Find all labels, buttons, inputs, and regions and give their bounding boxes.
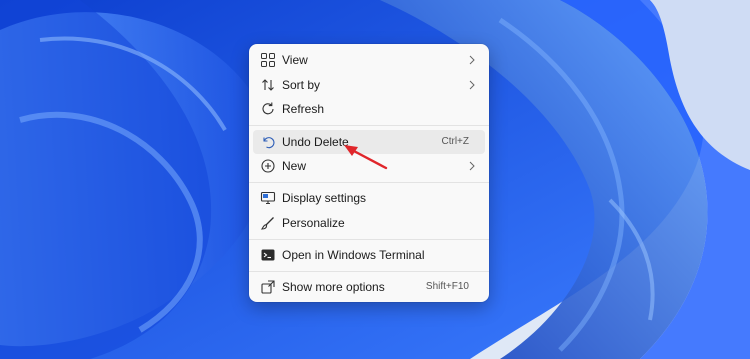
- menu-item-personalize[interactable]: Personalize: [253, 211, 485, 235]
- menu-item-label: Undo Delete: [282, 135, 349, 149]
- menu-item-label: Show more options: [282, 280, 385, 294]
- menu-item-label: View: [282, 53, 308, 67]
- display-icon: [260, 191, 276, 205]
- menu-item-show-more-options[interactable]: Show more options Shift+F10: [253, 275, 485, 299]
- desktop[interactable]: View Sort by Refresh Undo Delete Ctrl+Z …: [0, 0, 750, 359]
- add-icon: [261, 159, 275, 173]
- menu-item-label: Refresh: [282, 102, 325, 116]
- undo-icon: [263, 137, 275, 149]
- refresh-icon: [262, 102, 274, 115]
- menu-item-label: Sort by: [282, 78, 321, 92]
- menu-item-new[interactable]: New: [253, 154, 485, 178]
- menu-item-refresh[interactable]: Refresh: [253, 97, 485, 121]
- menu-item-undo-delete[interactable]: Undo Delete Ctrl+Z: [253, 130, 485, 154]
- brush-icon: [260, 217, 274, 230]
- menu-separator: [249, 271, 489, 272]
- menu-separator: [249, 182, 489, 183]
- menu-item-label: Display settings: [282, 191, 367, 205]
- menu-item-sort-by[interactable]: Sort by: [253, 73, 485, 97]
- menu-item-label: Open in Windows Terminal: [282, 248, 425, 262]
- sort-icon: [262, 79, 274, 91]
- menu-item-label: Personalize: [282, 216, 345, 230]
- view-grid-icon: [261, 53, 275, 67]
- chevron-right-icon: [469, 161, 475, 171]
- desktop-context-menu: View Sort by Refresh Undo Delete Ctrl+Z …: [249, 44, 489, 302]
- menu-separator: [249, 239, 489, 240]
- chevron-right-icon: [469, 80, 475, 90]
- chevron-right-icon: [469, 55, 475, 65]
- menu-item-label: New: [282, 159, 307, 173]
- terminal-icon: [261, 249, 275, 261]
- shortcut-hint: Ctrl+Z: [441, 136, 470, 147]
- more-options-icon: [261, 280, 275, 294]
- menu-separator: [249, 125, 489, 126]
- menu-item-display-settings[interactable]: Display settings: [253, 186, 485, 210]
- shortcut-hint: Shift+F10: [425, 281, 469, 292]
- menu-item-view[interactable]: View: [253, 48, 485, 72]
- menu-item-open-windows-terminal[interactable]: Open in Windows Terminal: [253, 243, 485, 267]
